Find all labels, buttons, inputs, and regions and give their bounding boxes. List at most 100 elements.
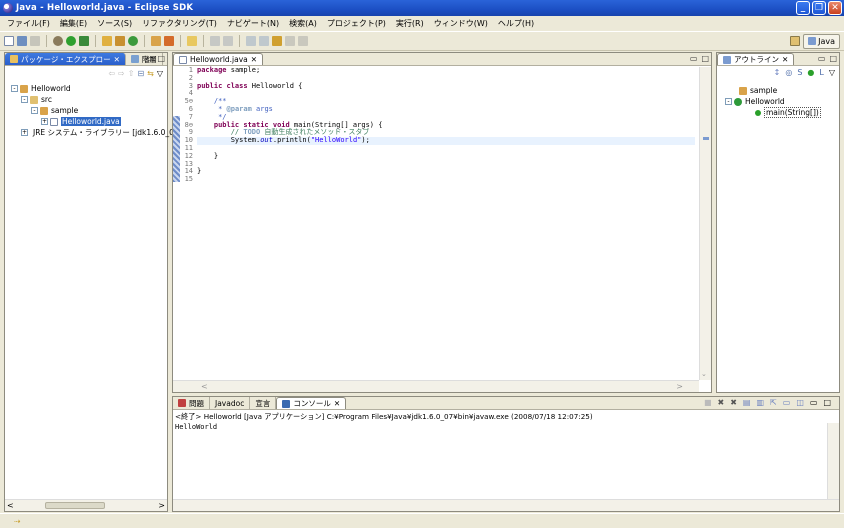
code-line[interactable]: } [197,167,695,176]
menu-run[interactable]: 実行(R) [391,18,429,29]
tab-console[interactable]: コンソール ✕ [276,397,347,409]
close-button[interactable]: ✕ [828,1,842,15]
clear-console-icon[interactable]: ▤ [743,398,751,407]
maximize-button[interactable]: ❐ [812,1,826,15]
collapse-icon[interactable]: - [11,85,18,92]
menu-window[interactable]: ウィンドウ(W) [429,18,493,29]
editor-hscrollbar[interactable]: < > [173,380,699,392]
hide-fields-icon[interactable]: ◎ [785,68,792,77]
open-type-icon[interactable] [151,36,161,46]
code-line[interactable]: System.out.println("HelloWorld"); [197,136,695,145]
tab-problems[interactable]: 問題 [173,397,210,409]
menu-file[interactable]: ファイル(F) [2,18,55,29]
terminate-icon[interactable]: ■ [704,398,712,407]
show-whitespace-icon[interactable] [223,36,233,46]
menu-help[interactable]: ヘルプ(H) [493,18,539,29]
outline-item-class[interactable]: - Helloworld [717,96,839,107]
code-line[interactable]: * @param args [197,105,695,114]
close-icon[interactable]: ✕ [114,55,120,64]
view-menu-icon[interactable]: ▽ [157,69,163,78]
outline-item-method[interactable]: main(String[]) [717,107,839,118]
maximize-view-icon[interactable]: □ [823,398,831,407]
pin-console-icon[interactable]: ⇱ [770,398,777,407]
fast-view-icon[interactable]: ⇢ [14,517,21,526]
collapse-icon[interactable]: - [725,98,732,105]
editor-vscrollbar[interactable]: ⌄ [699,67,711,380]
search-icon[interactable] [187,36,197,46]
code-line[interactable] [197,176,695,184]
close-icon[interactable]: ✕ [334,399,340,408]
tab-declaration[interactable]: 宣言 [250,397,277,409]
code-line[interactable] [197,161,695,169]
up-icon[interactable]: ⇧ [128,69,135,78]
menu-refactor[interactable]: リファクタリング(T) [137,18,222,29]
code-area[interactable]: package sample; public class Helloworld {… [197,66,695,380]
run-icon[interactable] [66,36,76,46]
tree-item[interactable]: - sample [5,105,167,116]
console-hscrollbar[interactable] [173,499,839,511]
maximize-view-icon[interactable]: □ [701,54,709,63]
new-class-icon[interactable] [128,36,138,46]
hide-local-types-icon[interactable]: L [819,68,823,77]
close-icon[interactable]: ✕ [782,55,788,64]
new-package-icon[interactable] [115,36,125,46]
code-line[interactable] [197,145,695,153]
remove-all-terminated-icon[interactable]: ✖ [730,398,737,407]
code-line[interactable]: public class Helloworld { [197,82,695,91]
collapse-all-icon[interactable]: ⊟ [137,69,144,78]
previous-annotation-icon[interactable] [259,36,269,46]
open-perspective-icon[interactable] [790,36,801,46]
scroll-left-icon[interactable]: < [7,501,14,510]
minimize-view-icon[interactable]: ▭ [690,54,698,63]
tab-helloworld-java[interactable]: Helloworld.java ✕ [173,53,264,65]
new-icon[interactable] [4,36,14,46]
tab-javadoc[interactable]: Javadoc [210,397,251,409]
expand-icon[interactable]: + [41,118,48,125]
scroll-lock-icon[interactable]: ▥ [756,398,764,407]
tree-item[interactable]: - src [5,94,167,105]
remove-launch-icon[interactable]: ✖ [718,398,725,407]
expand-icon[interactable]: + [21,129,28,136]
collapse-icon[interactable]: - [31,107,38,114]
console-output[interactable]: HelloWorld [175,423,217,431]
menu-edit[interactable]: 編集(E) [55,18,92,29]
display-console-icon[interactable]: ▭ [783,398,791,407]
scroll-right-icon[interactable]: > [676,382,683,391]
hide-static-icon[interactable]: S [797,68,802,77]
tab-outline[interactable]: アウトライン ✕ [717,53,795,65]
hide-nonpublic-icon[interactable]: ● [807,68,814,77]
sort-icon[interactable]: ↕ [774,68,781,77]
tab-package-explorer[interactable]: パッケージ・エクスプロー ✕ [5,53,126,65]
maximize-view-icon[interactable]: □ [829,54,837,63]
minimize-view-icon[interactable]: ▭ [810,398,818,407]
back-icon[interactable]: ⇦ [108,69,115,78]
scroll-thumb[interactable] [45,502,105,509]
view-menu-icon[interactable]: ▽ [829,68,835,77]
forward-icon[interactable]: ⇨ [118,69,125,78]
outline-item-package[interactable]: sample [717,85,839,96]
external-tools-icon[interactable] [79,36,89,46]
console-vscrollbar[interactable] [827,423,839,499]
tree-item[interactable]: + JRE システム・ライブラリー [jdk1.6.0_07] [5,127,182,138]
back-arrow-icon[interactable] [285,36,295,46]
tree-item[interactable]: + Helloworld.java [5,116,167,127]
last-edit-icon[interactable] [272,36,282,46]
code-line[interactable]: package sample; [197,66,695,75]
maximize-view-icon[interactable]: □ [157,54,165,63]
minimize-view-icon[interactable]: ▭ [146,54,154,63]
menu-project[interactable]: プロジェクト(P) [322,18,391,29]
minimize-button[interactable]: _ [796,1,810,15]
print-icon[interactable] [30,36,40,46]
close-icon[interactable]: ✕ [251,55,257,64]
scroll-down-icon[interactable]: ⌄ [701,370,707,378]
next-annotation-icon[interactable] [246,36,256,46]
link-with-editor-icon[interactable]: ⇆ [147,69,154,78]
open-console-icon[interactable]: ◫ [796,398,804,407]
scroll-right-icon[interactable]: > [158,501,165,510]
menu-navigate[interactable]: ナビゲート(N) [222,18,284,29]
explorer-hscrollbar[interactable]: < > [5,499,167,511]
code-line[interactable]: } [197,152,695,161]
open-task-icon[interactable] [164,36,174,46]
collapse-icon[interactable]: - [21,96,28,103]
menu-source[interactable]: ソース(S) [92,18,137,29]
